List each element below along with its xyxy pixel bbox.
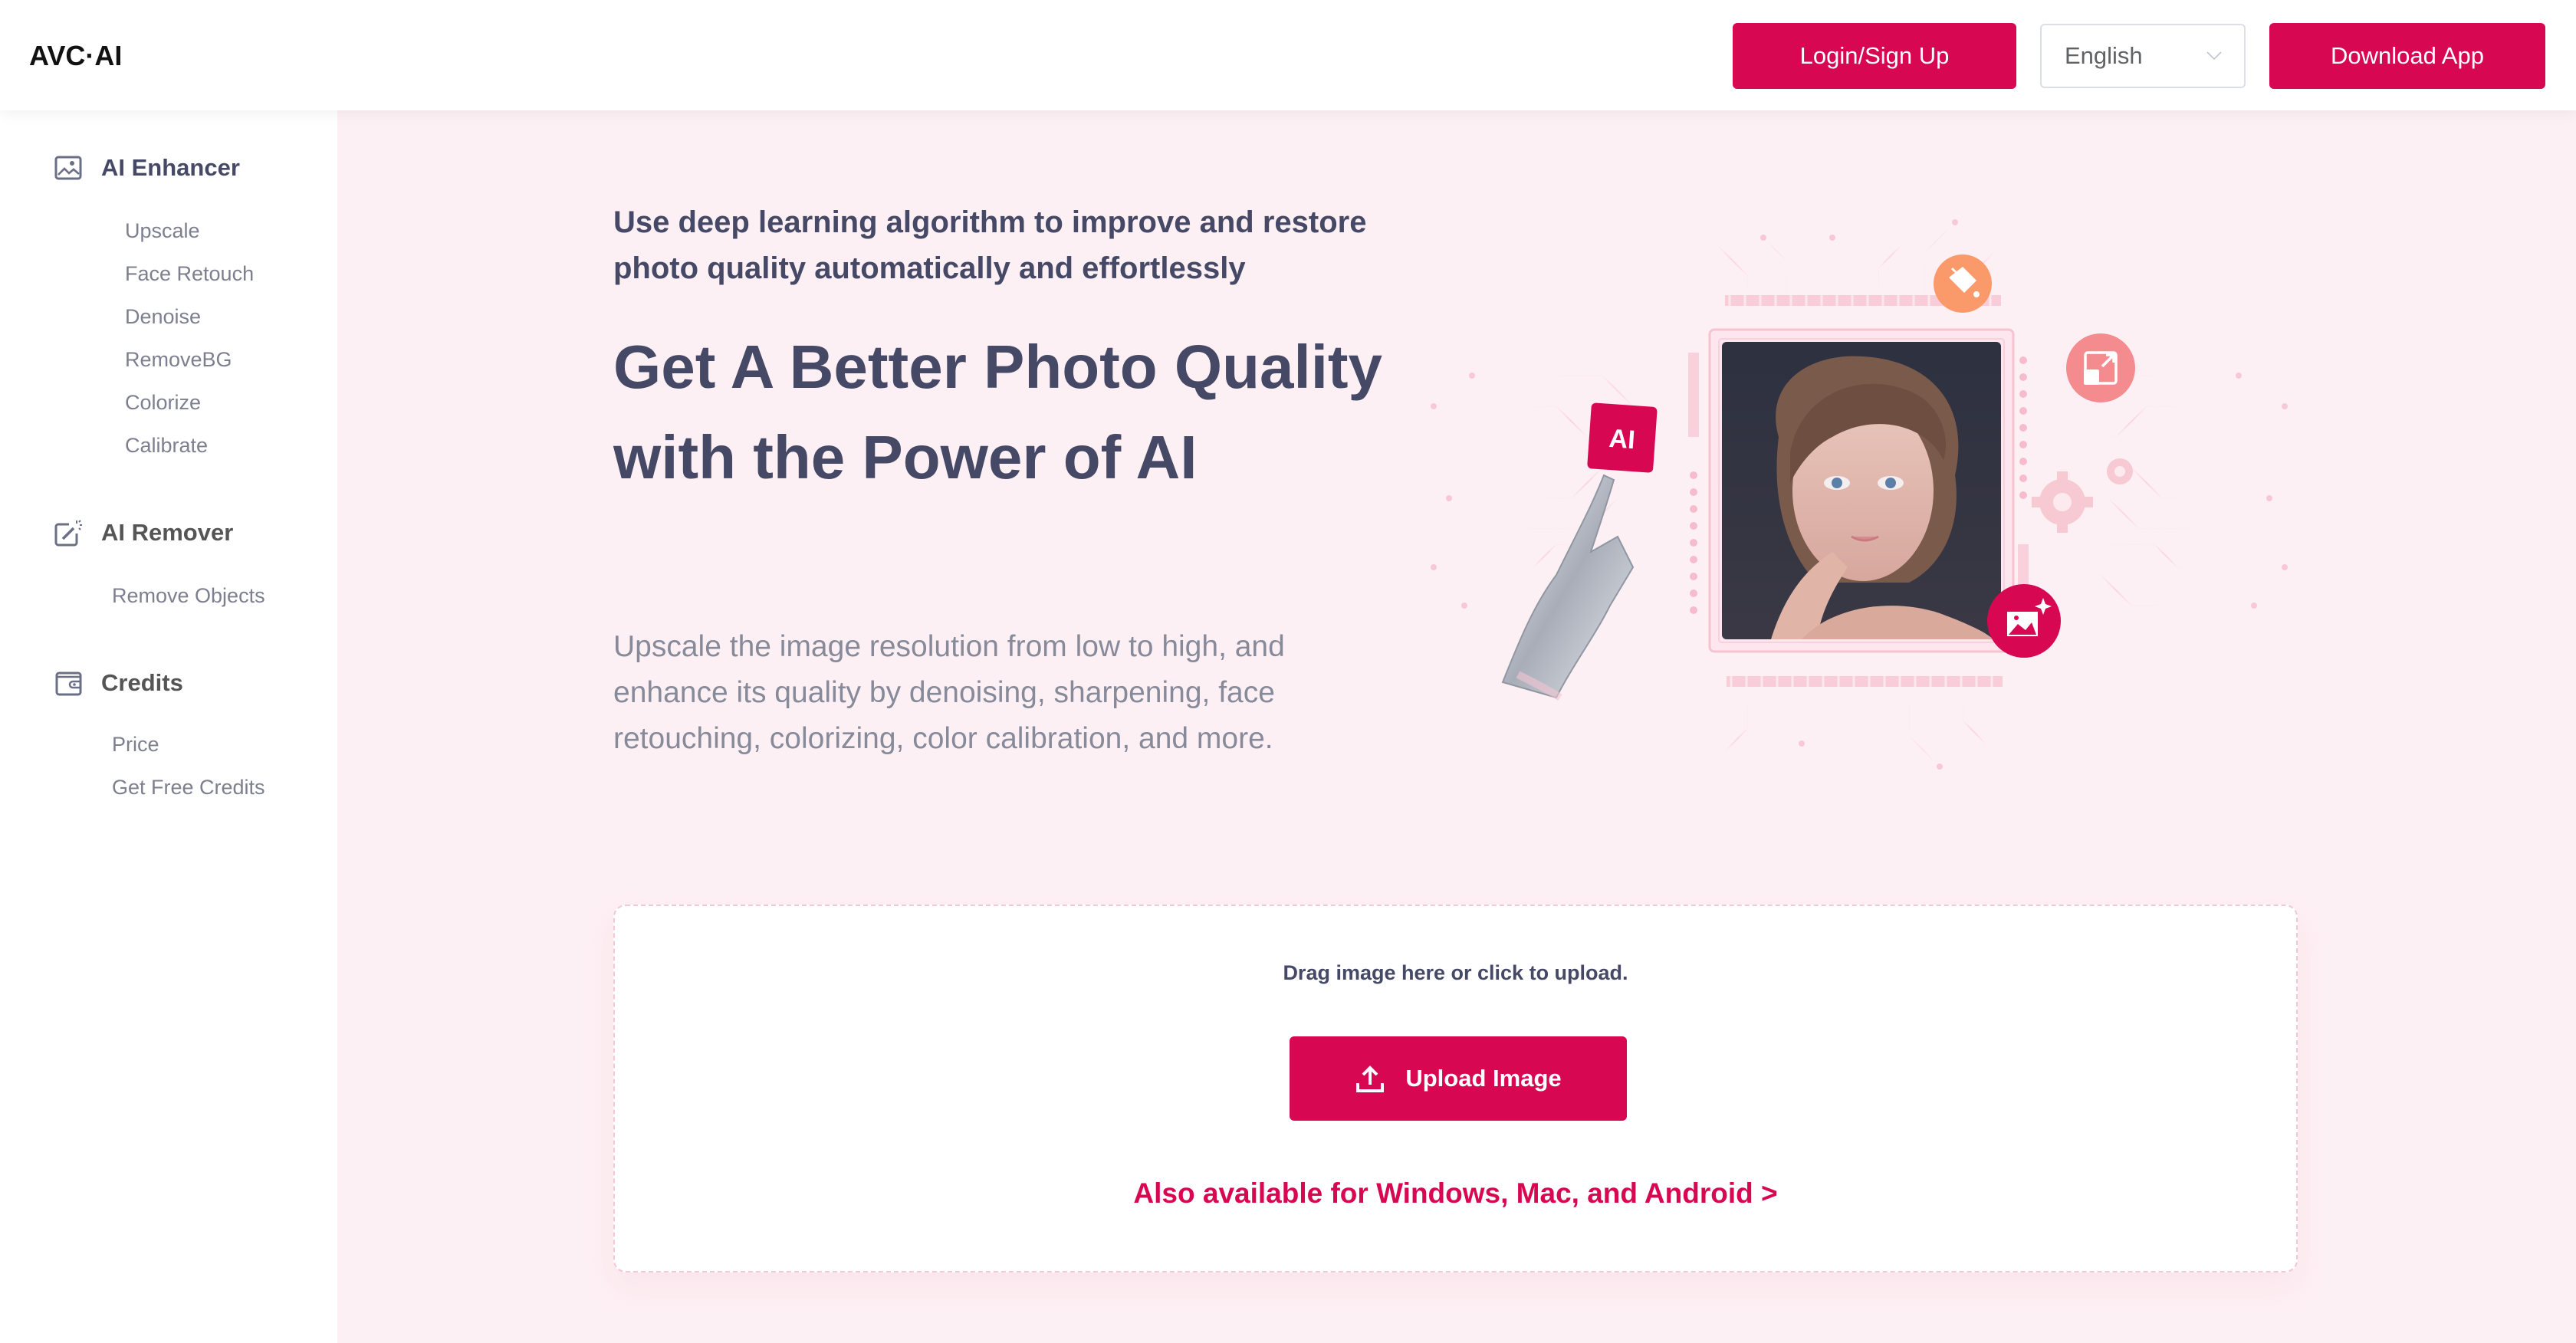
portrait-photo — [1722, 342, 2001, 639]
upload-image-label: Upload Image — [1405, 1065, 1562, 1092]
sidebar-group-ai-remover[interactable]: AI Remover — [54, 518, 233, 547]
sidebar-item-get-free-credits[interactable]: Get Free Credits — [112, 776, 265, 800]
ai-badge: AI — [1587, 402, 1658, 473]
drag-instruction: Drag image here or click to upload. — [1283, 961, 1628, 984]
sidebar-item-removebg[interactable]: RemoveBG — [125, 348, 232, 372]
language-select[interactable]: English — [2040, 24, 2246, 88]
login-signup-button[interactable]: Login/Sign Up — [1733, 23, 2016, 89]
hero-description: Upscale the image resolution from low to… — [613, 630, 1285, 755]
svg-text:AVC·AI: AVC·AI — [29, 40, 122, 71]
svg-text:AI: AI — [1608, 424, 1637, 455]
logo-mark: AVC·AI — [29, 40, 122, 71]
sidebar-group-credits[interactable]: Credits — [54, 668, 183, 698]
hero-subtitle: Use deep learning algorithm to improve a… — [613, 205, 1367, 285]
sidebar-item-upscale[interactable]: Upscale — [125, 219, 200, 243]
top-header: AVC·AI Login/Sign Up English Download Ap… — [0, 0, 2576, 110]
sidebar-item-denoise[interactable]: Denoise — [125, 305, 201, 329]
upload-image-button[interactable]: Upload Image — [1290, 1036, 1627, 1121]
wallet-icon — [54, 668, 83, 698]
paint-bucket-icon — [1934, 254, 1992, 313]
sidebar-item-price[interactable]: Price — [112, 733, 159, 757]
sidebar-group-title: Credits — [101, 669, 183, 696]
upload-dropzone[interactable]: Drag image here or click to upload. Uplo… — [613, 905, 2298, 1272]
magic-edit-icon — [54, 518, 83, 547]
sidebar-nav: AI Enhancer Upscale Face Retouch Denoise… — [0, 110, 337, 1343]
sidebar-item-calibrate[interactable]: Calibrate — [125, 434, 208, 458]
chevron-down-icon — [2206, 51, 2222, 61]
upload-icon — [1356, 1066, 1385, 1092]
sidebar-group-title: AI Remover — [101, 519, 234, 546]
hero-title: Get A Better Photo Quality with the Powe… — [613, 333, 1383, 491]
sidebar-item-face-retouch[interactable]: Face Retouch — [125, 262, 254, 286]
hero-illustration: AI — [1418, 207, 2300, 782]
also-available-link[interactable]: Also available for Windows, Mac, and And… — [615, 1177, 2296, 1210]
avc-ai-logo[interactable]: AVC·AI — [29, 40, 159, 71]
download-app-button[interactable]: Download App — [2269, 23, 2545, 89]
sidebar-item-remove-objects[interactable]: Remove Objects — [112, 584, 265, 608]
sidebar-group-title: AI Enhancer — [101, 154, 240, 181]
image-icon — [54, 153, 83, 182]
sidebar-item-colorize[interactable]: Colorize — [125, 391, 201, 415]
gear-icon — [2032, 458, 2133, 533]
sidebar-group-ai-enhancer[interactable]: AI Enhancer — [54, 153, 240, 182]
main-content: Use deep learning algorithm to improve a… — [337, 110, 2576, 1343]
resize-icon — [2066, 333, 2135, 402]
robot-hand-illustration — [1501, 474, 1635, 701]
language-selected-value: English — [2065, 42, 2143, 69]
image-sparkle-icon — [1987, 584, 2061, 658]
